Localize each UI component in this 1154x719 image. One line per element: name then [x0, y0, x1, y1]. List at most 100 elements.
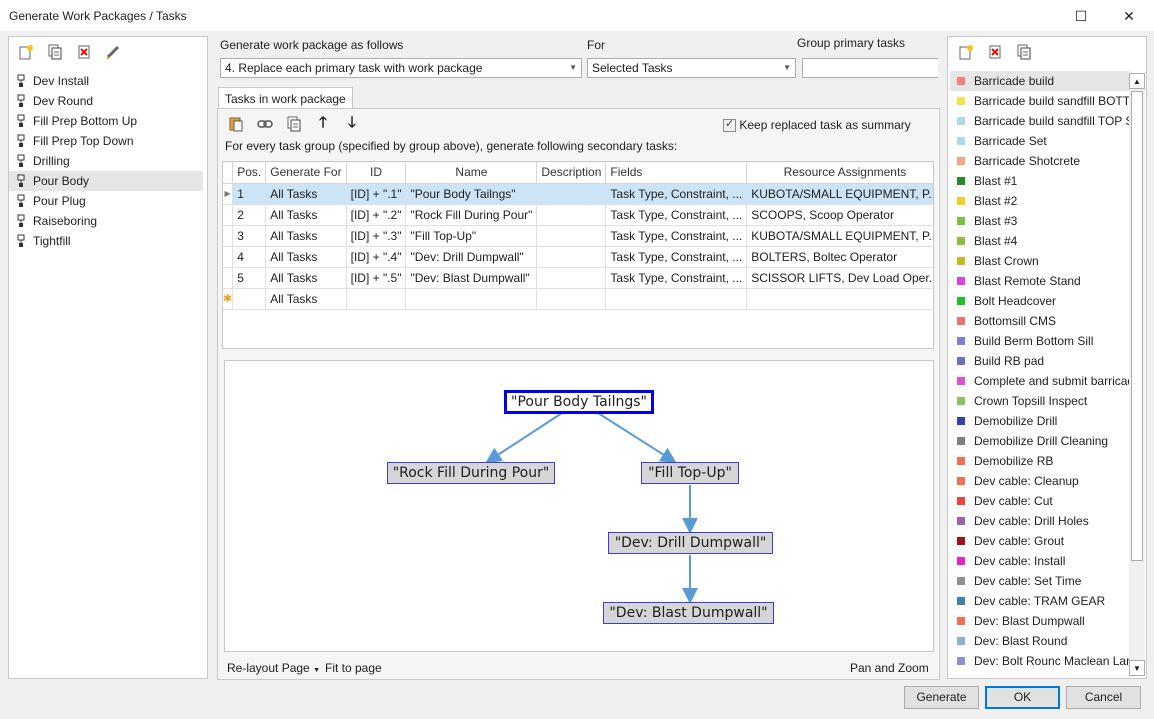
task-template-item[interactable]: Complete and submit barricad...	[950, 371, 1129, 391]
task-template-item[interactable]: Build Berm Bottom Sill	[950, 331, 1129, 351]
for-select[interactable]: Selected Tasks ▼	[587, 58, 796, 78]
cell-id[interactable]: [ID] + ".1"	[346, 183, 407, 205]
cell-name[interactable]: "Dev: Drill Dumpwall"	[405, 246, 538, 268]
task-template-item[interactable]: Dev cable: Install	[950, 551, 1129, 571]
task-template-item[interactable]: Blast #4	[950, 231, 1129, 251]
task-template-item[interactable]: Barricade build sandfill TOP SI...	[950, 111, 1129, 131]
cell-name[interactable]	[405, 288, 538, 310]
copy-icon[interactable]	[1015, 43, 1033, 61]
task-template-item[interactable]: Dev: Bolt Rounc Maclean Large	[950, 651, 1129, 671]
table-row[interactable]: 2 All Tasks [ID] + ".2" "Rock Fill During P…	[223, 204, 933, 226]
pan-zoom-button[interactable]: Pan and Zoom	[850, 661, 929, 675]
task-template-item[interactable]: Demobilize RB	[950, 451, 1129, 471]
row-indicator[interactable]: ▶	[223, 183, 234, 205]
row-indicator[interactable]	[223, 204, 234, 226]
cell-id[interactable]: [ID] + ".5"	[346, 267, 407, 289]
cell-id[interactable]: [ID] + ".2"	[346, 204, 407, 226]
work-package-item[interactable]: Pour Plug	[9, 191, 203, 211]
keep-summary-option[interactable]: Keep replaced task as summary	[723, 117, 911, 133]
scroll-up-icon[interactable]: ▲	[1129, 73, 1145, 89]
task-template-item[interactable]: Barricade Set	[950, 131, 1129, 151]
task-template-item[interactable]: Demobilize Drill Cleaning	[950, 431, 1129, 451]
task-template-item[interactable]: Bolt Headcover	[950, 291, 1129, 311]
diagram-node[interactable]: "Fill Top-Up"	[641, 462, 739, 484]
cell-id[interactable]: [ID] + ".3"	[346, 225, 407, 247]
copy-icon[interactable]	[285, 115, 303, 133]
column-header[interactable]: Generate For	[265, 162, 347, 184]
task-template-item[interactable]: Blast #3	[950, 211, 1129, 231]
task-template-item[interactable]: Demobilize Drill	[950, 411, 1129, 431]
work-package-item[interactable]: Tightfill	[9, 231, 203, 251]
table-row[interactable]: 4 All Tasks [ID] + ".4" "Dev: Drill Dumpwal…	[223, 246, 933, 268]
task-template-item[interactable]: Crown Topsill Inspect	[950, 391, 1129, 411]
cell-pos[interactable]: 1	[232, 183, 267, 205]
column-header[interactable]: ID	[346, 162, 407, 184]
maximize-button[interactable]: ☐	[1058, 0, 1104, 32]
table-row[interactable]: ▶ 1 All Tasks [ID] + ".1" "Pour Body Tailngs…	[223, 183, 933, 205]
task-template-item[interactable]: Barricade build sandfill BOTTOM	[950, 91, 1129, 111]
cell-description[interactable]	[536, 183, 607, 205]
link-icon[interactable]	[256, 115, 274, 133]
arrow-up-icon[interactable]: 🡑	[314, 114, 332, 133]
cell-fields[interactable]: Task Type, Constraint, ...	[605, 225, 748, 247]
group-input[interactable]	[802, 58, 938, 78]
table-row[interactable]: 3 All Tasks [ID] + ".3" "Fill Top-Up" Task T…	[223, 225, 933, 247]
table-row[interactable]: 5 All Tasks [ID] + ".5" "Dev: Blast Dumpwal…	[223, 267, 933, 289]
new-icon[interactable]	[957, 43, 975, 61]
cell-description[interactable]	[536, 204, 607, 226]
cell-description[interactable]	[536, 288, 607, 310]
task-template-item[interactable]: Dev cable: TRAM GEAR	[950, 591, 1129, 611]
close-button[interactable]: ✕	[1106, 0, 1152, 32]
ok-button[interactable]: OK	[985, 686, 1060, 709]
row-indicator[interactable]	[223, 246, 234, 268]
cell-resources[interactable]: KUBOTA/SMALL EQUIPMENT, P...	[746, 183, 933, 205]
cell-name[interactable]: "Rock Fill During Pour"	[405, 204, 538, 226]
task-template-item[interactable]: Build RB pad	[950, 351, 1129, 371]
row-indicator[interactable]	[223, 225, 234, 247]
new-row-indicator[interactable]: ✱	[223, 288, 234, 310]
tab-tasks-in-work-package[interactable]: Tasks in work package	[218, 87, 353, 110]
task-template-item[interactable]: Bottomsill CMS	[950, 311, 1129, 331]
cell-generate-for[interactable]: All Tasks	[265, 288, 347, 310]
task-template-item[interactable]: Blast Crown	[950, 251, 1129, 271]
cell-generate-for[interactable]: All Tasks	[265, 246, 347, 268]
cell-fields[interactable]: Task Type, Constraint, ...	[605, 246, 748, 268]
diagram-node-root[interactable]: "Pour Body Tailngs"	[504, 390, 654, 414]
cell-generate-for[interactable]: All Tasks	[265, 183, 347, 205]
new-row[interactable]: ✱ All Tasks	[223, 288, 933, 310]
task-template-item[interactable]: Barricade build	[950, 71, 1129, 91]
cell-pos[interactable]: 5	[232, 267, 267, 289]
new-icon[interactable]	[17, 43, 35, 61]
cell-generate-for[interactable]: All Tasks	[265, 204, 347, 226]
keep-summary-checkbox[interactable]	[723, 117, 736, 133]
delete-icon[interactable]	[75, 43, 93, 61]
work-package-item[interactable]: Raiseboring	[9, 211, 203, 231]
diagram-node[interactable]: "Dev: Blast Dumpwall"	[603, 602, 774, 624]
cell-fields[interactable]: Task Type, Constraint, ...	[605, 204, 748, 226]
edit-icon[interactable]	[104, 43, 122, 61]
cell-pos[interactable]: 3	[232, 225, 267, 247]
task-template-item[interactable]: Dev: Blast Round	[950, 631, 1129, 651]
cancel-button[interactable]: Cancel	[1066, 686, 1141, 709]
task-template-item[interactable]: Dev cable: Cleanup	[950, 471, 1129, 491]
cell-pos[interactable]	[232, 288, 267, 310]
scroll-down-icon[interactable]: ▼	[1129, 660, 1145, 676]
relayout-button[interactable]: Re-layout Page ▼	[227, 661, 320, 675]
delete-icon[interactable]	[986, 43, 1004, 61]
column-header[interactable]: Description	[536, 162, 607, 184]
work-package-item[interactable]: Dev Round	[9, 91, 203, 111]
cell-description[interactable]	[536, 225, 607, 247]
task-template-item[interactable]: Dev cable: Set Time	[950, 571, 1129, 591]
task-template-item[interactable]: Barricade Shotcrete	[950, 151, 1129, 171]
cell-id[interactable]: [ID] + ".4"	[346, 246, 407, 268]
task-template-item[interactable]: Dev cable: Grout	[950, 531, 1129, 551]
cell-generate-for[interactable]: All Tasks	[265, 267, 347, 289]
paste-icon[interactable]	[227, 115, 245, 133]
column-header[interactable]: Pos.	[232, 162, 267, 184]
task-template-item[interactable]: Dev cable: Cut	[950, 491, 1129, 511]
cell-description[interactable]	[536, 267, 607, 289]
column-header[interactable]: Fields	[605, 162, 748, 184]
cell-resources[interactable]: KUBOTA/SMALL EQUIPMENT, P...	[746, 225, 933, 247]
diagram-node[interactable]: "Dev: Drill Dumpwall"	[608, 532, 773, 554]
cell-fields[interactable]: Task Type, Constraint, ...	[605, 267, 748, 289]
